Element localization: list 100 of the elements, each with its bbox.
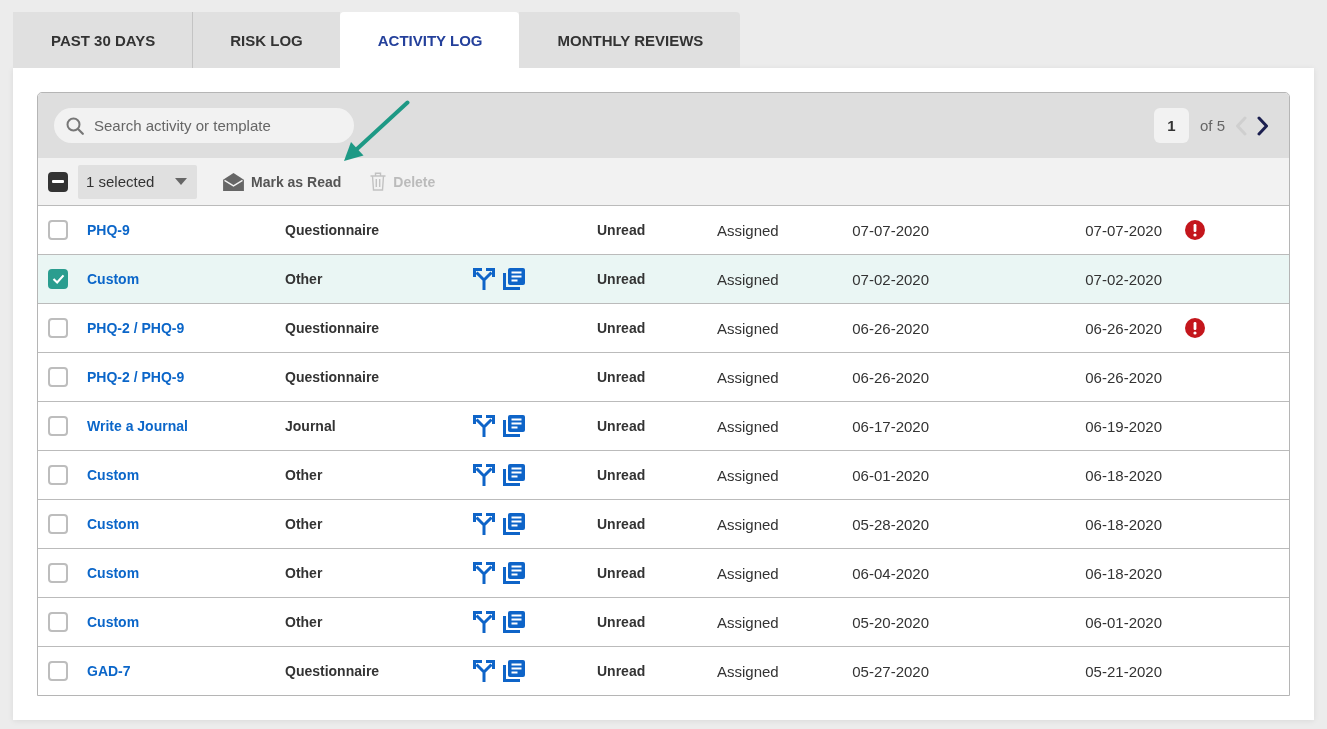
table-cell-text: Unread xyxy=(597,271,647,287)
select-all-checkbox[interactable] xyxy=(48,171,68,192)
row-checkbox[interactable] xyxy=(48,514,68,534)
table-cell-text: Assigned xyxy=(717,564,780,582)
table-cell: 06-18-2020 xyxy=(1085,515,1162,533)
tab[interactable]: RISK LOG xyxy=(192,12,340,68)
tab[interactable]: PAST 30 DAYS xyxy=(13,12,193,68)
activity-link[interactable]: PHQ-2 / PHQ-9 xyxy=(87,369,285,385)
table-cell-text: Assigned xyxy=(717,515,780,533)
table-cell: 06-26-2020 xyxy=(852,319,929,337)
row-checkbox[interactable] xyxy=(48,465,68,485)
table-cell-text: Unread xyxy=(597,418,647,434)
row-checkbox[interactable] xyxy=(48,367,68,387)
dash-icon xyxy=(52,180,64,183)
table-cell-text: Assigned xyxy=(717,270,780,288)
table-cell-text: Assigned xyxy=(717,417,780,435)
table-cell: 07-02-2020 xyxy=(852,270,929,288)
activity-link[interactable]: PHQ-9 xyxy=(87,222,285,238)
table-cell-text: Unread xyxy=(597,614,647,630)
row-checkbox[interactable] xyxy=(48,318,68,338)
table-cell: 06-01-2020 xyxy=(1085,613,1162,631)
search-icon xyxy=(66,117,84,135)
table-cell: 06-19-2020 xyxy=(1085,417,1162,435)
table-cell-text: Questionnaire xyxy=(285,369,381,385)
table-cell-text: Unread xyxy=(597,516,647,532)
table-cell-text: Assigned xyxy=(717,368,780,386)
split-arrows-icon[interactable] xyxy=(473,513,495,535)
table-cell: 05-21-2020 xyxy=(1085,662,1162,680)
search-field[interactable]: Search activity or template xyxy=(54,108,354,143)
table-cell-text: Other xyxy=(285,467,324,483)
table-cell: 06-26-2020 xyxy=(1085,319,1162,337)
table-cell-text: Questionnaire xyxy=(285,663,381,679)
table-cell-text: Questionnaire xyxy=(285,222,381,238)
split-arrows-icon[interactable] xyxy=(473,415,495,437)
split-arrows-icon[interactable] xyxy=(473,660,495,682)
row-checkbox[interactable] xyxy=(48,612,68,632)
split-arrows-icon[interactable] xyxy=(473,268,495,290)
checkmark-icon xyxy=(51,274,65,284)
row-checkbox[interactable] xyxy=(48,416,68,436)
caret-down-icon xyxy=(175,178,187,185)
chevron-right-icon[interactable] xyxy=(1257,115,1269,136)
page-count: of 5 xyxy=(1199,117,1225,134)
table-cell-text: Assigned xyxy=(717,613,780,631)
document-stack-icon[interactable] xyxy=(503,660,525,682)
table-cell-text: Assigned xyxy=(717,319,780,337)
activity-link[interactable]: Custom xyxy=(87,614,285,630)
table-cell: 05-28-2020 xyxy=(852,515,929,533)
table-cell-text: Other xyxy=(285,516,324,532)
row-checkbox[interactable] xyxy=(48,220,68,240)
activity-link[interactable]: Custom xyxy=(87,516,285,532)
table-cell-text: Other xyxy=(285,565,324,581)
activity-link[interactable]: Write a Journal xyxy=(87,418,285,434)
table-cell-text: Other xyxy=(285,614,324,630)
row-checkbox[interactable] xyxy=(48,661,68,681)
action-button[interactable]: Mark as Read xyxy=(223,172,342,191)
activity-link[interactable]: PHQ-2 / PHQ-9 xyxy=(87,320,285,336)
document-stack-icon[interactable] xyxy=(503,562,525,584)
table-cell-text: Assigned xyxy=(717,662,780,680)
table-cell: 07-02-2020 xyxy=(1085,270,1162,288)
tab[interactable]: ACTIVITY LOG xyxy=(339,12,520,68)
row-checkbox[interactable] xyxy=(48,563,68,583)
selection-dropdown[interactable]: 1 selected xyxy=(78,164,197,199)
table-cell: 06-26-2020 xyxy=(852,368,929,386)
activity-link[interactable]: Custom xyxy=(87,565,285,581)
table-cell: 07-07-2020 xyxy=(1085,221,1162,239)
table-cell-text: Unread xyxy=(597,320,647,336)
table-cell-text: Unread xyxy=(597,222,647,238)
table-cell-text: Assigned xyxy=(717,221,780,239)
table-cell: 05-20-2020 xyxy=(852,613,929,631)
tab[interactable]: MONTHLY REVIEWS xyxy=(519,12,741,68)
table-cell-text: Journal xyxy=(285,418,337,434)
table-cell: 06-18-2020 xyxy=(1085,564,1162,582)
page-number-field[interactable]: 1 xyxy=(1153,108,1189,143)
table-cell: 07-07-2020 xyxy=(852,221,929,239)
table-cell-text: Other xyxy=(285,271,324,287)
table-cell: 06-17-2020 xyxy=(852,417,929,435)
document-stack-icon[interactable] xyxy=(503,415,525,437)
table-cell-text: Unread xyxy=(597,467,647,483)
split-arrows-icon[interactable] xyxy=(473,464,495,486)
document-stack-icon[interactable] xyxy=(503,513,525,535)
table-cell-text: Assigned xyxy=(717,466,780,484)
split-arrows-icon[interactable] xyxy=(473,611,495,633)
table-cell-text: Unread xyxy=(597,663,647,679)
document-stack-icon[interactable] xyxy=(503,611,525,633)
table-cell: 06-26-2020 xyxy=(1085,368,1162,386)
table-cell: 06-04-2020 xyxy=(852,564,929,582)
document-stack-icon[interactable] xyxy=(503,464,525,486)
table-cell-text: Unread xyxy=(597,369,647,385)
envelope-icon xyxy=(223,172,244,191)
row-checkbox[interactable] xyxy=(48,269,68,289)
activity-link[interactable]: Custom xyxy=(87,467,285,483)
activity-link[interactable]: GAD-7 xyxy=(87,663,285,679)
activity-link[interactable]: Custom xyxy=(87,271,285,287)
table-cell: 06-18-2020 xyxy=(1085,466,1162,484)
document-stack-icon[interactable] xyxy=(503,268,525,290)
table-cell-text: Unread xyxy=(597,565,647,581)
table-cell: 06-01-2020 xyxy=(852,466,929,484)
trash-icon xyxy=(370,172,387,191)
table-cell-text: Questionnaire xyxy=(285,320,381,336)
split-arrows-icon[interactable] xyxy=(473,562,495,584)
